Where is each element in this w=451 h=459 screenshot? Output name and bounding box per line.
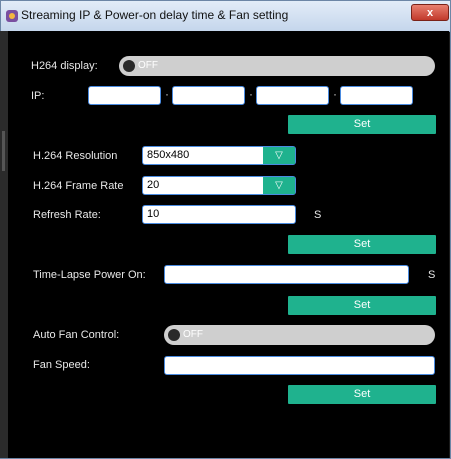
scroll-marker (2, 131, 5, 171)
auto-fan-toggle[interactable]: OFF (164, 325, 435, 345)
time-lapse-input[interactable] (164, 265, 409, 284)
ip-label: IP: (31, 90, 45, 102)
time-lapse-unit: S (428, 269, 436, 281)
set-ip-button[interactable]: Set (288, 115, 436, 134)
app-icon (6, 10, 18, 22)
toggle-state-text: OFF (138, 60, 158, 71)
ip-separator: · (333, 87, 337, 101)
toggle-knob (123, 60, 135, 72)
h264-frame-rate-select[interactable]: 20 ▽ (142, 176, 296, 195)
set-stream-button[interactable]: Set (288, 235, 436, 254)
h264-display-toggle[interactable]: OFF (119, 56, 435, 76)
h264-frame-rate-label: H.264 Frame Rate (33, 180, 124, 192)
left-edge-strip (0, 31, 8, 458)
toggle-knob (168, 329, 180, 341)
select-value: 850x480 (147, 149, 190, 161)
chevron-down-icon[interactable]: ▽ (263, 177, 295, 194)
ip-separator: · (165, 87, 169, 101)
h264-display-label: H264 display: (31, 60, 98, 72)
fan-speed-input[interactable] (164, 356, 435, 375)
ip-separator: · (249, 87, 253, 101)
fan-speed-label: Fan Speed: (33, 359, 90, 371)
title-bar[interactable]: Streaming IP & Power-on delay time & Fan… (1, 1, 450, 32)
settings-panel: H264 display: OFF IP: · · · Set H.264 Re… (8, 31, 449, 458)
refresh-rate-unit: S (314, 209, 322, 221)
window-title: Streaming IP & Power-on delay time & Fan… (21, 8, 289, 22)
select-value: 20 (147, 179, 160, 191)
time-lapse-label: Time-Lapse Power On: (33, 269, 146, 281)
ip-octet-3[interactable] (256, 86, 329, 105)
close-button[interactable]: x (411, 4, 449, 21)
ip-octet-2[interactable] (172, 86, 245, 105)
ip-octet-1[interactable] (88, 86, 161, 105)
set-fan-button[interactable]: Set (288, 385, 436, 404)
refresh-rate-label: Refresh Rate: (33, 209, 101, 221)
refresh-rate-input[interactable]: 10 (142, 205, 296, 224)
toggle-state-text: OFF (183, 329, 203, 340)
h264-resolution-label: H.264 Resolution (33, 150, 118, 162)
auto-fan-label: Auto Fan Control: (33, 329, 120, 341)
set-time-lapse-button[interactable]: Set (288, 296, 436, 315)
h264-resolution-select[interactable]: 850x480 ▽ (142, 146, 296, 165)
ip-octet-4[interactable] (340, 86, 413, 105)
chevron-down-icon[interactable]: ▽ (263, 147, 295, 164)
